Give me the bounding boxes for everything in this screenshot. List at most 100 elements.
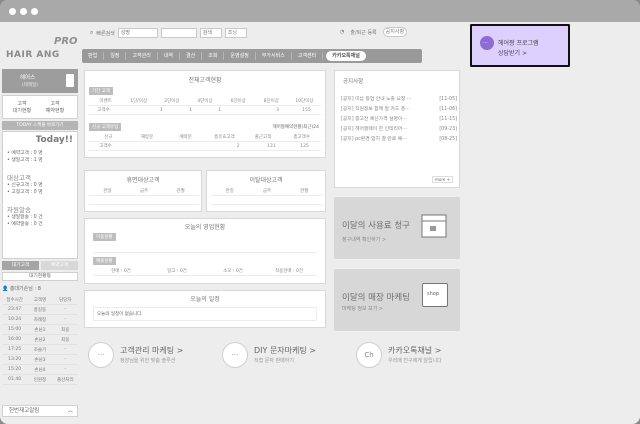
- nav-item[interactable]: 판업: [82, 52, 105, 60]
- reserve-status-button[interactable]: 고객 예약현황: [39, 100, 71, 114]
- logout-icon[interactable]: [66, 74, 74, 87]
- user-name: 헤어스: [20, 75, 36, 81]
- table-cell: 3: [276, 107, 279, 113]
- dormant-title: 휴면대상고객: [126, 177, 160, 184]
- notice-item[interactable]: [공지] 직원정보 함께 알 카드 총··· [11-06]: [341, 105, 457, 115]
- table-row[interactable]: 15:20 손님4 -: [2, 365, 78, 375]
- today-item: • 생일고객 : 1 명: [7, 158, 43, 163]
- callout-line1: 헤어짱 프로그램: [498, 40, 539, 47]
- table-row[interactable]: 16:00 손님2 최웅: [2, 335, 78, 345]
- table-row[interactable]: 13:20 손님3 -: [2, 355, 78, 365]
- window-dot-icon[interactable]: [9, 8, 16, 15]
- notice-date: [11-15]: [439, 117, 457, 122]
- nav-item[interactable]: 일정: [104, 52, 127, 60]
- table-cell: -: [64, 367, 67, 372]
- status-table-2: 신규 재방문 예약문 총유효고객 출근고객 총고객수 고객수 2 131 135: [89, 133, 321, 151]
- notice-item[interactable]: [공지] 증고전 예산가격 설명이··· [11-15]: [341, 115, 457, 125]
- notice-link[interactable]: 공지사항: [382, 27, 408, 37]
- table-cell: 손님1: [34, 327, 46, 333]
- usage-row: [93, 243, 317, 253]
- feature-link[interactable]: ··· 고객관리 마케팅 > 정장님을 위한 맞춤 솔루션: [88, 340, 218, 372]
- search-select[interactable]: 성명: [117, 28, 158, 38]
- notice-title: 공지사항: [343, 79, 364, 85]
- shop-icon-label: shop: [427, 291, 440, 297]
- clock-icon: ◔: [340, 29, 345, 35]
- consult-callout[interactable]: ··· 헤어짱 프로그램 상담받기 >: [470, 24, 570, 67]
- table-row[interactable]: 01:40 인원정 출산처리: [2, 375, 78, 385]
- user-sub: (테헤일): [22, 83, 38, 88]
- feature-sub: 직접 문자 판매하기: [254, 358, 294, 364]
- table-cell: 최웅: [61, 327, 70, 333]
- billing-promo[interactable]: 이달의 사용료 청구 청구내역 확인하기 >: [334, 197, 460, 259]
- brand-logo[interactable]: PRO HAIR ANG: [6, 36, 80, 66]
- leave-title: 이탈대상고객: [249, 177, 283, 184]
- logo-name: HAIR ANG: [6, 50, 60, 60]
- marketing-promo[interactable]: 이달의 매장 마케팅 마케팅 정보 보기 > shop: [334, 269, 460, 331]
- customer-status-button[interactable]: 고객 대기현황: [6, 100, 38, 114]
- window-dot-icon[interactable]: [20, 8, 27, 15]
- table-cell: 2: [236, 143, 240, 149]
- table-cell: 135: [300, 143, 309, 149]
- table-cell: 차례정: [33, 317, 47, 323]
- table-cell: 손님2: [34, 337, 46, 343]
- feature-link[interactable]: ··· DIY 문자마케팅 > 직접 문자 판매하기: [222, 340, 352, 372]
- table-cell: 예약문: [179, 135, 192, 140]
- table-cell: 131: [266, 143, 276, 149]
- nav-item[interactable]: 운영설정: [224, 52, 256, 60]
- table-cell: 2단이상: [164, 99, 180, 104]
- billing-title: 이달의 사용료 청구: [342, 221, 410, 231]
- person-icon: 👤: [2, 286, 9, 292]
- table-cell: -: [64, 347, 67, 352]
- table-cell: 관월: [300, 189, 309, 194]
- app-window: PRO HAIR ANG ⌕ 빠른검색 성명 검색 조닝 ◔ 출/퇴근 등록 공…: [0, 0, 640, 424]
- nav-item[interactable]: 조회: [202, 52, 225, 60]
- table-cell: 13:20: [8, 357, 22, 362]
- notice-item[interactable]: [공지] pc환경 업치 결 만료 예··· [08-25]: [341, 135, 457, 145]
- leave-card: 이탈대상고객 관일 금주 관월: [206, 170, 326, 212]
- section1-list: • 신규고객 : 0 명 • 고정고객 : 0 명: [7, 182, 43, 196]
- search-input[interactable]: [160, 28, 197, 38]
- waitlist-button[interactable]: 대기현황등: [2, 272, 78, 281]
- table-row[interactable]: 10:24 차례정 -: [2, 315, 78, 325]
- column-header: 담당자: [59, 297, 72, 303]
- notice-more-button[interactable]: more +: [432, 176, 453, 183]
- section1-item: • 고정고객 : 0 명: [7, 190, 43, 195]
- table-cell: 1: [160, 107, 163, 113]
- search-button[interactable]: 검색: [199, 28, 222, 38]
- leave-table: 관일 금주 관월: [211, 187, 323, 205]
- section2-item: • 예약알송 : 0 건: [7, 222, 43, 227]
- table-row[interactable]: 17:25 조슬기 -: [2, 345, 78, 355]
- table-cell: -: [64, 307, 67, 312]
- notice-item[interactable]: [공지] 미납 등업 안내 노출 요청 ··· [11-05]: [341, 95, 457, 105]
- table-cell: 손님4: [34, 367, 46, 373]
- window-dot-icon[interactable]: [31, 8, 38, 15]
- sidebar: 헤어스 (테헤일) 고객 대기현황 고객 예약현황 TODAY 스케줄 바로가기…: [2, 69, 78, 424]
- notice-item[interactable]: [공지] 헤어짱웨이 한 인테리어··· [09-23]: [341, 125, 457, 135]
- nav-kakao-channel[interactable]: 카카오톡채널: [326, 51, 366, 61]
- attendance-link[interactable]: 출/퇴근 등록: [350, 29, 376, 36]
- notice-date: [09-23]: [439, 127, 457, 132]
- schedule-title: 오늘의 일정: [190, 296, 220, 303]
- table-row[interactable]: 23:47 홍길동 -: [2, 305, 78, 315]
- nav-item[interactable]: 고객관리: [126, 52, 158, 60]
- nav-item[interactable]: 고객센터: [292, 52, 324, 60]
- table-cell: 1: [218, 107, 221, 113]
- column-header: 고객명: [33, 297, 47, 303]
- btn-label: 고객: [50, 101, 60, 107]
- table-cell: 신규: [104, 135, 113, 140]
- today-list: • 예약고객 : 0 명 • 생일고객 : 1 명: [7, 150, 43, 164]
- section1-item: • 신규고객 : 0 명: [7, 183, 43, 188]
- tab-waiting[interactable]: 대기고객: [2, 261, 39, 270]
- nav-item[interactable]: 결산: [180, 52, 203, 60]
- table-cell: 홍길동: [33, 307, 47, 313]
- tab-reserve[interactable]: 예약고객: [41, 261, 78, 270]
- feature-link[interactable]: Ch 카카오톡채널 > 우리매 친구에게 알립니다: [356, 340, 486, 372]
- table-row[interactable]: 15:00 손님1 최웅: [2, 325, 78, 335]
- stock-alert[interactable]: 헌번재고알림 ︿: [2, 405, 78, 417]
- search-button-2[interactable]: 조닝: [224, 28, 247, 38]
- nav-item[interactable]: 내역: [158, 52, 181, 60]
- today-schedule-banner[interactable]: TODAY 스케줄 바로가기: [2, 121, 78, 130]
- nav-item[interactable]: 부가서비스: [256, 52, 292, 60]
- table-cell: 인원정: [33, 377, 47, 383]
- table-cell: 01:40: [8, 377, 22, 382]
